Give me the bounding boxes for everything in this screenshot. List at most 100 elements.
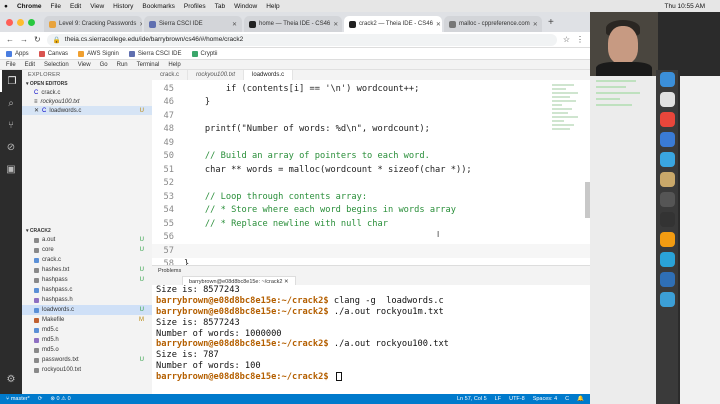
browser-tab[interactable]: malloc - cppreference.com ✕ xyxy=(444,16,542,32)
close-tab-icon[interactable]: ✕ xyxy=(533,21,538,28)
open-editor-item-active[interactable]: ✕ C loadwords.c U xyxy=(22,106,152,115)
apple-icon[interactable]: ● xyxy=(4,3,8,10)
file-item[interactable]: hashpass.c xyxy=(22,285,152,295)
dock-app-icon[interactable] xyxy=(659,272,675,287)
menu-view[interactable]: View xyxy=(90,3,104,10)
eol-indicator[interactable]: LF xyxy=(495,396,501,402)
browser-tab[interactable]: Sierra CSCI IDE ✕ xyxy=(144,16,242,32)
ide-menu-go[interactable]: Go xyxy=(100,62,108,68)
file-item[interactable]: md5.c xyxy=(22,325,152,335)
reload-icon[interactable]: ↻ xyxy=(34,35,41,44)
dock-app-icon[interactable] xyxy=(659,212,675,227)
forward-icon[interactable]: → xyxy=(20,35,28,44)
search-icon[interactable]: ⌕ xyxy=(0,92,22,114)
extensions-icon[interactable]: ▣ xyxy=(0,158,22,180)
dock-app-icon[interactable] xyxy=(659,252,675,267)
close-tab-icon[interactable]: ✕ xyxy=(232,21,237,28)
menu-history[interactable]: History xyxy=(113,3,133,10)
url-field[interactable]: 🔒 theia.cs.sierracollege.edu/ide/barrybr… xyxy=(46,33,557,46)
editor-tab[interactable]: crack.c xyxy=(152,70,189,80)
minimize-window-button[interactable] xyxy=(17,19,24,26)
dock-app-icon[interactable] xyxy=(659,292,675,307)
explorer-icon[interactable]: ❐ xyxy=(0,70,22,92)
browser-tab-active[interactable]: crack2 — Theia IDE - CS46 ✕ xyxy=(344,16,442,32)
branch-indicator[interactable]: ⑂ master* xyxy=(6,396,30,402)
indent-indicator[interactable]: Spaces: 4 xyxy=(533,396,557,402)
ide-menu-edit[interactable]: Edit xyxy=(25,62,35,68)
dock-app-icon[interactable] xyxy=(659,232,675,247)
close-editor-icon[interactable]: ✕ xyxy=(34,107,39,114)
bookmark-sierra[interactable]: Sierra CSCI IDE xyxy=(128,50,182,57)
menu-tab[interactable]: Tab xyxy=(215,3,225,10)
browser-tab[interactable]: Level 9: Cracking Passwords ✕ xyxy=(44,16,142,32)
ide-menu-selection[interactable]: Selection xyxy=(44,62,69,68)
new-tab-button[interactable]: + xyxy=(548,17,554,28)
close-window-button[interactable] xyxy=(6,19,13,26)
file-item[interactable]: hashes.txt U xyxy=(22,265,152,275)
close-tab-icon[interactable]: ✕ xyxy=(436,21,441,28)
file-item[interactable]: loadwords.c U xyxy=(22,305,152,315)
menu-help[interactable]: Help xyxy=(266,3,279,10)
cursor-position[interactable]: Ln 57, Col 5 xyxy=(457,396,487,402)
ide-menu-run[interactable]: Run xyxy=(117,62,128,68)
close-tab-icon[interactable]: ✕ xyxy=(333,21,338,28)
problems-count[interactable]: ⊗ 0 ⚠ 0 xyxy=(50,396,70,402)
file-item[interactable]: core U xyxy=(22,245,152,255)
ide-menu-help[interactable]: Help xyxy=(168,62,180,68)
problems-tab[interactable]: Problems xyxy=(158,268,181,274)
close-tab-icon[interactable]: ✕ xyxy=(139,21,142,28)
dock-app-icon[interactable] xyxy=(659,152,675,167)
open-editors-header[interactable]: ▾ OPEN EDITORS xyxy=(22,80,152,88)
bell-icon[interactable]: 🔔 xyxy=(577,396,584,402)
minimap[interactable] xyxy=(552,82,580,182)
editor-tab[interactable]: rockyou100.txt xyxy=(188,70,245,80)
clock[interactable]: Thu 10:55 AM xyxy=(665,3,705,10)
dock-app-icon[interactable] xyxy=(659,132,675,147)
menu-dots-icon[interactable]: ⋮ xyxy=(576,35,584,44)
bookmark-cryptii[interactable]: Cryptii xyxy=(191,50,218,57)
bookmark-canvas[interactable]: Canvas xyxy=(38,50,68,57)
open-editor-item[interactable]: ≡ rockyou100.txt xyxy=(22,97,152,106)
file-item[interactable]: hashpass U xyxy=(22,275,152,285)
folder-header[interactable]: ▾ CRACK2 xyxy=(22,227,152,235)
dock-app-icon[interactable] xyxy=(659,112,675,127)
ide-menu-file[interactable]: File xyxy=(6,62,16,68)
close-terminal-icon[interactable]: ✕ xyxy=(284,279,289,285)
file-item[interactable]: rockyou100.txt xyxy=(22,365,152,375)
language-indicator[interactable]: C xyxy=(565,396,569,402)
dock-app-icon[interactable] xyxy=(659,172,675,187)
browser-tab[interactable]: home — Theia IDE - CS46 ✕ xyxy=(244,16,342,32)
file-item[interactable]: crack.c xyxy=(22,255,152,265)
file-item[interactable]: md5.h xyxy=(22,335,152,345)
zoom-window-button[interactable] xyxy=(28,19,35,26)
bookmark-apps[interactable]: Apps xyxy=(6,50,29,57)
star-icon[interactable]: ☆ xyxy=(563,35,570,44)
back-icon[interactable]: ← xyxy=(6,35,14,44)
debug-icon[interactable]: ⊘ xyxy=(0,136,22,158)
file-item[interactable]: passwords.txt U xyxy=(22,355,152,365)
dock-app-icon[interactable] xyxy=(659,72,675,87)
source-control-icon[interactable]: ⑂ xyxy=(0,114,22,136)
menu-profiles[interactable]: Profiles xyxy=(184,3,206,10)
terminal[interactable]: Size is: 8577243 barrybrown@e08d8bc8e15e:… xyxy=(152,285,590,394)
editor-tab-active[interactable]: loadwords.c xyxy=(244,70,294,80)
file-item[interactable]: Makefile M xyxy=(22,315,152,325)
settings-gear-icon[interactable]: ⚙ xyxy=(0,368,22,390)
menu-edit[interactable]: Edit xyxy=(70,3,81,10)
dock-app-icon[interactable] xyxy=(659,92,675,107)
sync-icon[interactable]: ⟳ xyxy=(38,396,43,402)
code-editor[interactable]: 45 if (contents[i] == '\n') wordcount++;… xyxy=(152,82,590,265)
dock-app-icon[interactable] xyxy=(659,192,675,207)
ide-menu-terminal[interactable]: Terminal xyxy=(137,62,160,68)
bookmark-aws[interactable]: AWS Signin xyxy=(78,50,119,57)
encoding-indicator[interactable]: UTF-8 xyxy=(509,396,525,402)
file-item[interactable]: md5.o xyxy=(22,345,152,355)
open-editor-item[interactable]: C crack.c xyxy=(22,88,152,97)
app-menu[interactable]: Chrome xyxy=(17,3,42,10)
menu-window[interactable]: Window xyxy=(234,3,257,10)
file-item[interactable]: hashpass.h xyxy=(22,295,152,305)
file-item[interactable]: a.out U xyxy=(22,235,152,245)
menu-file[interactable]: File xyxy=(51,3,61,10)
menu-bookmarks[interactable]: Bookmarks xyxy=(142,3,175,10)
ide-menu-view[interactable]: View xyxy=(78,62,91,68)
